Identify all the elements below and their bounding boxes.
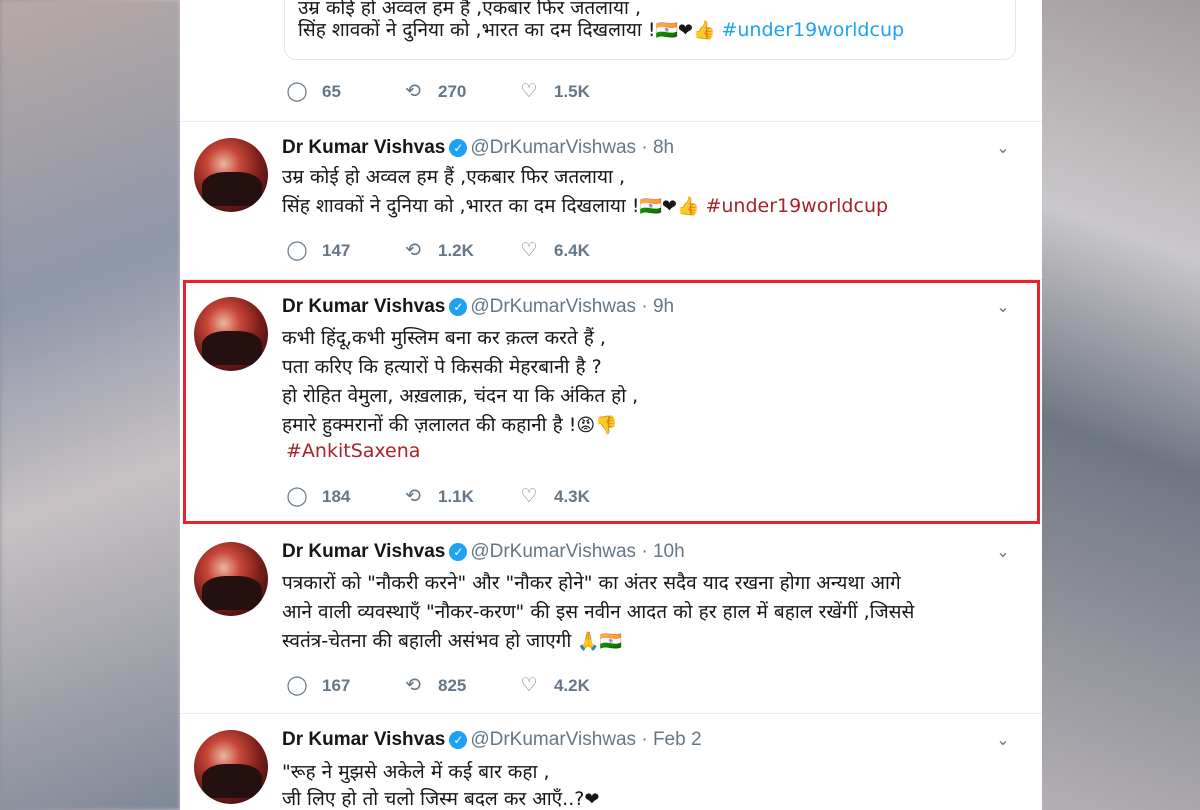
like-action[interactable]: ♡ 1.5K bbox=[518, 80, 590, 104]
avatar[interactable] bbox=[194, 138, 268, 212]
retweet-count: 270 bbox=[438, 82, 467, 101]
verified-badge-icon: ✓ bbox=[449, 139, 468, 157]
emoji-group: 🇮🇳❤👍 bbox=[639, 196, 700, 217]
tweet-header: Dr Kumar Vishvas ✓ @DrKumarVishwas · 8h bbox=[282, 137, 675, 158]
quoted-tweet-line-2: सिंह शावकों ने दुनिया को ,भारत का दम दिख… bbox=[298, 16, 904, 42]
reply-action[interactable]: ◯ 167 bbox=[286, 674, 350, 698]
tweet-text-line: स्वतंत्र-चेतना की बहाली असंभव हो जाएगी 🙏… bbox=[282, 630, 623, 652]
like-count: 1.5K bbox=[554, 82, 590, 101]
like-count: 4.2K bbox=[554, 676, 590, 695]
author-handle[interactable]: @DrKumarVishwas bbox=[470, 541, 636, 562]
hashtag-link[interactable]: #under19worldcup bbox=[705, 195, 888, 217]
chevron-down-icon[interactable]: ⌄ bbox=[992, 138, 1014, 160]
retweet-action[interactable]: ⟲ 825 bbox=[402, 674, 466, 698]
retweet-count: 825 bbox=[438, 676, 467, 695]
blurred-background-right bbox=[1042, 0, 1200, 810]
tweet-text-line: पत्रकारों को "नौकरी करने" और "नौकर होने"… bbox=[282, 572, 901, 594]
reply-count: 65 bbox=[322, 82, 341, 101]
author-handle[interactable]: @DrKumarVishwas bbox=[470, 729, 636, 750]
like-action[interactable]: ♡ 6.4K bbox=[518, 239, 590, 263]
tweet-timestamp[interactable]: 8h bbox=[653, 137, 674, 158]
twitter-timeline[interactable]: उम्र कोई हो अव्वल हम हैं ,एकबार फिर जतला… bbox=[180, 0, 1042, 810]
tweet-text-line: जी लिए हो तो चलो जिस्म बदल कर आएँ..?❤ bbox=[282, 788, 600, 810]
avatar[interactable] bbox=[194, 542, 268, 616]
tweet-text-line: उम्र कोई हो अव्वल हम हैं ,एकबार फिर जतला… bbox=[282, 166, 625, 188]
retweet-icon: ⟲ bbox=[405, 81, 421, 102]
tweet-timestamp[interactable]: 10h bbox=[653, 541, 685, 562]
reply-count: 167 bbox=[322, 676, 351, 695]
reply-action[interactable]: ◯ 147 bbox=[286, 239, 350, 263]
blurred-background-left bbox=[0, 0, 180, 810]
heart-icon: ♡ bbox=[520, 81, 538, 102]
tweet-text-line: सिंह शावकों ने दुनिया को ,भारत का दम दिख… bbox=[282, 195, 889, 217]
tweet-header: Dr Kumar Vishvas ✓ @DrKumarVishwas · Feb 2 bbox=[282, 729, 702, 750]
like-action[interactable]: ♡ 4.2K bbox=[518, 674, 590, 698]
tweet-text-line: "रूह ने मुझसे अकेले में कई बार कहा , bbox=[282, 761, 550, 783]
reply-icon: ◯ bbox=[286, 81, 308, 102]
retweet-count: 1.2K bbox=[438, 241, 474, 260]
emoji-group: ❤ bbox=[584, 789, 600, 810]
reply-count: 147 bbox=[322, 241, 351, 260]
retweet-icon: ⟲ bbox=[405, 675, 421, 696]
reply-icon: ◯ bbox=[286, 240, 308, 261]
like-count: 6.4K bbox=[554, 241, 590, 260]
heart-icon: ♡ bbox=[520, 240, 538, 261]
retweet-action[interactable]: ⟲ 1.2K bbox=[402, 239, 474, 263]
emoji-group: 🙏🇮🇳 bbox=[577, 631, 623, 652]
hashtag-link[interactable]: #under19worldcup bbox=[721, 19, 904, 41]
quoted-tweet-text: सिंह शावकों ने दुनिया को ,भारत का दम दिख… bbox=[298, 19, 656, 41]
divider bbox=[180, 713, 1042, 714]
author-name[interactable]: Dr Kumar Vishvas bbox=[282, 729, 445, 750]
retweet-icon: ⟲ bbox=[405, 240, 421, 261]
divider bbox=[180, 121, 1042, 122]
chevron-down-icon[interactable]: ⌄ bbox=[992, 542, 1014, 564]
highlight-box bbox=[183, 280, 1040, 524]
avatar[interactable] bbox=[194, 730, 268, 804]
tweet-text-line: आने वाली व्यवस्थाएँ "नौकर-करण" की इस नवी… bbox=[282, 601, 915, 623]
tweet-header: Dr Kumar Vishvas ✓ @DrKumarVishwas · 10h bbox=[282, 541, 685, 562]
verified-badge-icon: ✓ bbox=[449, 731, 468, 749]
reply-action[interactable]: ◯ 65 bbox=[286, 80, 341, 104]
heart-icon: ♡ bbox=[520, 675, 538, 696]
author-name[interactable]: Dr Kumar Vishvas bbox=[282, 541, 445, 562]
retweet-action[interactable]: ⟲ 270 bbox=[402, 80, 466, 104]
emoji-group: 🇮🇳❤👍 bbox=[655, 20, 716, 41]
verified-badge-icon: ✓ bbox=[449, 543, 468, 561]
author-handle[interactable]: @DrKumarVishwas bbox=[470, 137, 636, 158]
reply-icon: ◯ bbox=[286, 675, 308, 696]
author-name[interactable]: Dr Kumar Vishvas bbox=[282, 137, 445, 158]
chevron-down-icon[interactable]: ⌄ bbox=[992, 730, 1014, 752]
tweet-timestamp[interactable]: Feb 2 bbox=[653, 729, 702, 750]
